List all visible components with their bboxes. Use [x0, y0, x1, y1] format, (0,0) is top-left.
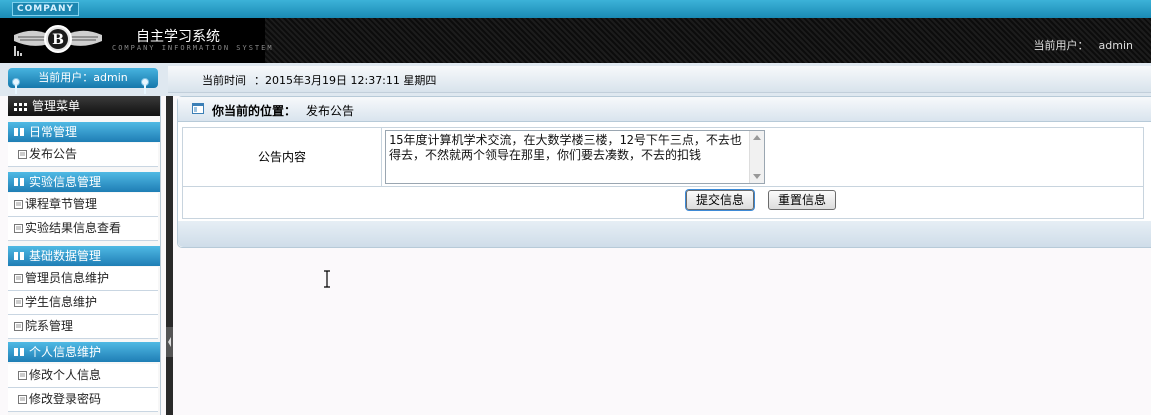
- sidebar-item-publish-notice[interactable]: 发布公告: [8, 143, 158, 167]
- sidebar-current-user: 当前用户：admin: [8, 68, 158, 88]
- company-bar: COMPANY: [0, 0, 1151, 18]
- window-icon: [192, 103, 204, 114]
- group-label: 实验信息管理: [29, 175, 102, 189]
- sidebar-item-label: 实验结果信息查看: [25, 221, 122, 235]
- group-label: 个人信息维护: [29, 345, 102, 359]
- system-title: 自主学习系统: [136, 29, 220, 45]
- signal-bars-icon: [14, 46, 22, 56]
- group-icon: [14, 252, 24, 260]
- group-icon: [14, 178, 24, 186]
- sidebar-item-label: 修改个人信息: [29, 368, 102, 382]
- sidebar-item-label: 修改登录密码: [29, 392, 102, 406]
- document-icon: [14, 200, 23, 209]
- text-cursor-icon: [324, 270, 330, 288]
- location-value: 发布公告: [306, 104, 355, 118]
- menu-group-basic-data[interactable]: 基础数据管理: [8, 246, 160, 266]
- header-current-user: 当前用户： admin: [1034, 37, 1133, 53]
- menu-group-daily[interactable]: 日常管理: [8, 122, 160, 142]
- sidebar-item-result-view[interactable]: 实验结果信息查看: [8, 217, 158, 241]
- group-icon: [14, 128, 24, 136]
- sidebar-item-chapter-manage[interactable]: 课程章节管理: [8, 193, 158, 217]
- sidebar: 管理菜单 日常管理 发布公告 实验信息管理 课程章节管理 实验结果信息查看 基础…: [8, 96, 161, 415]
- header-user-label: 当前用户：: [1033, 39, 1089, 52]
- form-actions: 提交信息 重置信息: [182, 186, 1144, 219]
- sidebar-item-label: 院系管理: [25, 319, 74, 333]
- content-panel: 你当前的位置： 发布公告 公告内容 15年度计算机学术交流，在大数学楼三楼，12…: [177, 96, 1151, 248]
- svg-text:B: B: [52, 32, 64, 48]
- menu-grid-icon: [14, 103, 27, 111]
- menu-group-experiment[interactable]: 实验信息管理: [8, 172, 160, 192]
- location-label: 你当前的位置：: [212, 104, 297, 118]
- pin-icon: [12, 78, 20, 94]
- notice-form-row: 公告内容 15年度计算机学术交流，在大数学楼三楼，12号下午三点，不去也得去，不…: [182, 127, 1144, 187]
- document-icon: [14, 298, 23, 307]
- time-label: 当前时间: [202, 74, 246, 87]
- scroll-down-icon[interactable]: [753, 174, 761, 179]
- sidebar-item-student-info[interactable]: 学生信息维护: [8, 291, 158, 315]
- menu-title: 管理菜单: [32, 99, 81, 113]
- document-icon: [14, 224, 23, 233]
- panel-footer: [178, 221, 1151, 247]
- group-label: 基础数据管理: [29, 249, 102, 263]
- menu-group-personal[interactable]: 个人信息维护: [8, 342, 160, 362]
- sidebar-splitter[interactable]: [166, 96, 173, 415]
- document-icon: [18, 371, 27, 380]
- document-icon: [14, 274, 23, 283]
- sidebar-item-label: 发布公告: [29, 147, 78, 161]
- reset-button[interactable]: 重置信息: [768, 190, 837, 210]
- document-icon: [14, 322, 23, 331]
- document-icon: [18, 150, 27, 159]
- sidebar-item-change-password[interactable]: 修改登录密码: [8, 388, 158, 412]
- sidebar-item-department[interactable]: 院系管理: [8, 315, 158, 339]
- notice-content-label: 公告内容: [183, 128, 382, 186]
- menu-header: 管理菜单: [8, 96, 160, 116]
- pin-icon: [141, 78, 149, 94]
- textarea-scrollbar[interactable]: [749, 131, 764, 183]
- time-bar: 当前时间 ：2015年3月19日 12:37:11 星期四: [168, 66, 1151, 93]
- location-bar: 你当前的位置： 发布公告: [178, 97, 1151, 122]
- sidebar-item-label: 管理员信息维护: [25, 271, 110, 285]
- scroll-up-icon[interactable]: [753, 135, 761, 140]
- collapse-arrow-icon[interactable]: [166, 327, 173, 357]
- app-header: COMPANY B 自主学习系统 COMPANY INFORMATION SYS…: [0, 0, 1151, 63]
- header-user-name: admin: [1098, 39, 1133, 52]
- sidebar-item-label: 学生信息维护: [25, 295, 98, 309]
- document-icon: [18, 395, 27, 404]
- submit-button[interactable]: 提交信息: [686, 190, 755, 210]
- time-value: ：2015年3月19日 12:37:11 星期四: [254, 74, 437, 87]
- logo-icon: B: [14, 25, 102, 53]
- sidebar-item-admin-info[interactable]: 管理员信息维护: [8, 267, 158, 291]
- notice-content-text: 15年度计算机学术交流，在大数学楼三楼，12号下午三点，不去也得去，不然就两个领…: [389, 133, 742, 162]
- sidebar-item-edit-profile[interactable]: 修改个人信息: [8, 364, 158, 388]
- notice-content-textarea[interactable]: 15年度计算机学术交流，在大数学楼三楼，12号下午三点，不去也得去，不然就两个领…: [385, 130, 765, 184]
- group-icon: [14, 348, 24, 356]
- company-tag: COMPANY: [12, 2, 79, 16]
- sidebar-item-label: 课程章节管理: [25, 197, 98, 211]
- header-pattern: [265, 18, 1151, 63]
- system-subtitle: COMPANY INFORMATION SYSTEM: [112, 44, 274, 52]
- group-label: 日常管理: [29, 125, 78, 139]
